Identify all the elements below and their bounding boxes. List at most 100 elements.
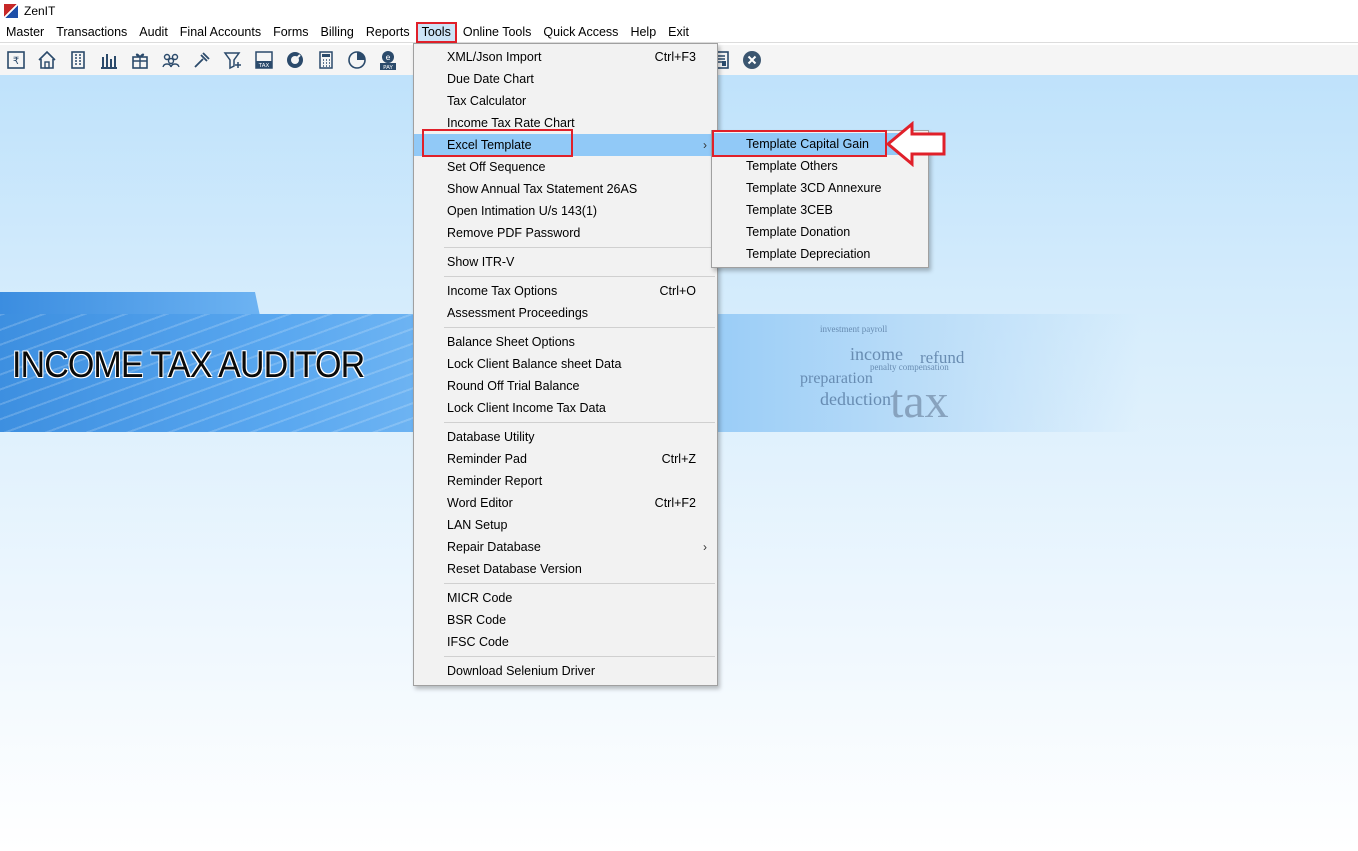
- banner-title: INCOME TAX AUDITOR: [12, 344, 365, 385]
- menu-reports[interactable]: Reports: [360, 22, 416, 43]
- menu-item-open-intimation[interactable]: Open Intimation U/s 143(1): [414, 200, 717, 222]
- menu-item-label: Open Intimation U/s 143(1): [447, 204, 598, 218]
- menu-tools[interactable]: Tools: [415, 21, 457, 43]
- chevron-right-icon: ›: [703, 138, 707, 152]
- menu-item-label: Reminder Pad: [447, 452, 527, 466]
- svg-text:₹: ₹: [13, 56, 19, 67]
- home-icon[interactable]: [35, 48, 59, 72]
- gauge-icon[interactable]: [283, 48, 307, 72]
- menu-item-lock-client-balance-sheet[interactable]: Lock Client Balance sheet Data: [414, 353, 717, 375]
- menu-item-due-date-chart[interactable]: Due Date Chart: [414, 68, 717, 90]
- menu-forms[interactable]: Forms: [267, 22, 314, 43]
- menu-item-label: Income Tax Options: [447, 284, 558, 298]
- menu-item-database-utility[interactable]: Database Utility: [414, 426, 717, 448]
- annotation-box-excel-template: [422, 129, 573, 157]
- menu-item-income-tax-options[interactable]: Income Tax Options Ctrl+O: [414, 280, 717, 302]
- menu-item-label: Word Editor: [447, 496, 513, 510]
- menu-item-label: XML/Json Import: [447, 50, 542, 64]
- menu-online-tools[interactable]: Online Tools: [457, 22, 538, 43]
- menu-transactions[interactable]: Transactions: [50, 22, 133, 43]
- users-icon[interactable]: [159, 48, 183, 72]
- menu-item-label: Reminder Report: [447, 474, 543, 488]
- menu-item-label: Lock Client Income Tax Data: [447, 401, 606, 415]
- banner-tax-words-image: income refund preparation deduction tax …: [800, 324, 965, 428]
- pie-chart-icon[interactable]: [345, 48, 369, 72]
- shortcut-label: Ctrl+F3: [654, 50, 696, 64]
- menu-item-word-editor[interactable]: Word Editor Ctrl+F2: [414, 492, 717, 514]
- tax-icon[interactable]: TAX: [252, 48, 276, 72]
- svg-text:e: e: [386, 53, 391, 62]
- menu-item-xml-json-import[interactable]: XML/Json Import Ctrl+F3: [414, 46, 717, 68]
- menu-item-label: Set Off Sequence: [447, 160, 546, 174]
- menu-item-show-annual-tax-statement[interactable]: Show Annual Tax Statement 26AS: [414, 178, 717, 200]
- menu-item-label: LAN Setup: [447, 518, 508, 532]
- menu-item-tax-calculator[interactable]: Tax Calculator: [414, 90, 717, 112]
- menu-item-lock-client-income-tax[interactable]: Lock Client Income Tax Data: [414, 397, 717, 419]
- calculator-icon[interactable]: [314, 48, 338, 72]
- svg-text:TAX: TAX: [258, 63, 270, 69]
- menu-item-lan-setup[interactable]: LAN Setup: [414, 514, 717, 536]
- menu-bar: Master Transactions Audit Final Accounts…: [0, 21, 1358, 43]
- menu-item-reminder-pad[interactable]: Reminder Pad Ctrl+Z: [414, 448, 717, 470]
- bar-chart-icon[interactable]: [97, 48, 121, 72]
- menu-item-bsr-code[interactable]: BSR Code: [414, 609, 717, 631]
- submenu-item-template-donation[interactable]: Template Donation: [712, 221, 928, 243]
- menu-separator: [414, 653, 717, 660]
- menu-item-remove-pdf-password[interactable]: Remove PDF Password: [414, 222, 717, 244]
- gift-icon[interactable]: [128, 48, 152, 72]
- menu-item-label: Assessment Proceedings: [447, 306, 589, 320]
- menu-separator: [414, 273, 717, 280]
- filter-icon[interactable]: [221, 48, 245, 72]
- close-circle-icon[interactable]: [740, 48, 764, 72]
- menu-item-label: Tax Calculator: [447, 94, 527, 108]
- shortcut-label: Ctrl+F2: [654, 496, 696, 510]
- menu-separator: [414, 244, 717, 251]
- menu-separator: [414, 324, 717, 331]
- annotation-box-template-capital-gain: [712, 130, 887, 157]
- menu-final-accounts[interactable]: Final Accounts: [174, 22, 267, 43]
- menu-billing[interactable]: Billing: [315, 22, 360, 43]
- menu-item-assessment-proceedings[interactable]: Assessment Proceedings: [414, 302, 717, 324]
- menu-audit[interactable]: Audit: [133, 22, 174, 43]
- annotation-arrow-icon: [886, 121, 946, 167]
- menu-item-label: Balance Sheet Options: [447, 335, 575, 349]
- menu-item-label: Remove PDF Password: [447, 226, 581, 240]
- menu-item-micr-code[interactable]: MICR Code: [414, 587, 717, 609]
- menu-separator: [414, 419, 717, 426]
- svg-text:PAY: PAY: [383, 65, 393, 71]
- title-bar: ZenIT: [0, 0, 1358, 22]
- banner-tab-decoration: [0, 292, 260, 316]
- menu-item-set-off-sequence[interactable]: Set Off Sequence: [414, 156, 717, 178]
- chevron-right-icon: ›: [703, 540, 707, 554]
- menu-item-download-selenium-driver[interactable]: Download Selenium Driver: [414, 660, 717, 682]
- menu-quick-access[interactable]: Quick Access: [537, 22, 624, 43]
- menu-item-label: Round Off Trial Balance: [447, 379, 580, 393]
- menu-exit[interactable]: Exit: [662, 22, 695, 43]
- e-pay-icon[interactable]: e PAY: [376, 48, 400, 72]
- menu-item-balance-sheet-options[interactable]: Balance Sheet Options: [414, 331, 717, 353]
- menu-item-label: BSR Code: [447, 613, 507, 627]
- menu-item-label: IFSC Code: [447, 635, 509, 649]
- submenu-item-template-3cd-annexure[interactable]: Template 3CD Annexure: [712, 177, 928, 199]
- menu-item-reset-database-version[interactable]: Reset Database Version: [414, 558, 717, 580]
- menu-item-show-itr-v[interactable]: Show ITR-V: [414, 251, 717, 273]
- menu-item-ifsc-code[interactable]: IFSC Code: [414, 631, 717, 653]
- submenu-item-template-3ceb[interactable]: Template 3CEB: [712, 199, 928, 221]
- menu-item-label: Database Utility: [447, 430, 535, 444]
- menu-help[interactable]: Help: [624, 22, 662, 43]
- menu-item-round-off-trial-balance[interactable]: Round Off Trial Balance: [414, 375, 717, 397]
- menu-item-label: Show ITR-V: [447, 255, 515, 269]
- rupee-doc-icon[interactable]: ₹: [4, 48, 28, 72]
- submenu-item-template-depreciation[interactable]: Template Depreciation: [712, 243, 928, 265]
- menu-item-label: Reset Database Version: [447, 562, 582, 576]
- menu-item-reminder-report[interactable]: Reminder Report: [414, 470, 717, 492]
- menu-item-repair-database[interactable]: Repair Database ›: [414, 536, 717, 558]
- building-icon[interactable]: [66, 48, 90, 72]
- shortcut-label: Ctrl+O: [659, 284, 696, 298]
- menu-item-label: Show Annual Tax Statement 26AS: [447, 182, 638, 196]
- menu-item-label: Download Selenium Driver: [447, 664, 595, 678]
- shortcut-label: Ctrl+Z: [661, 452, 696, 466]
- menu-master[interactable]: Master: [0, 22, 50, 43]
- hammer-icon[interactable]: [190, 48, 214, 72]
- menu-item-label: Due Date Chart: [447, 72, 534, 86]
